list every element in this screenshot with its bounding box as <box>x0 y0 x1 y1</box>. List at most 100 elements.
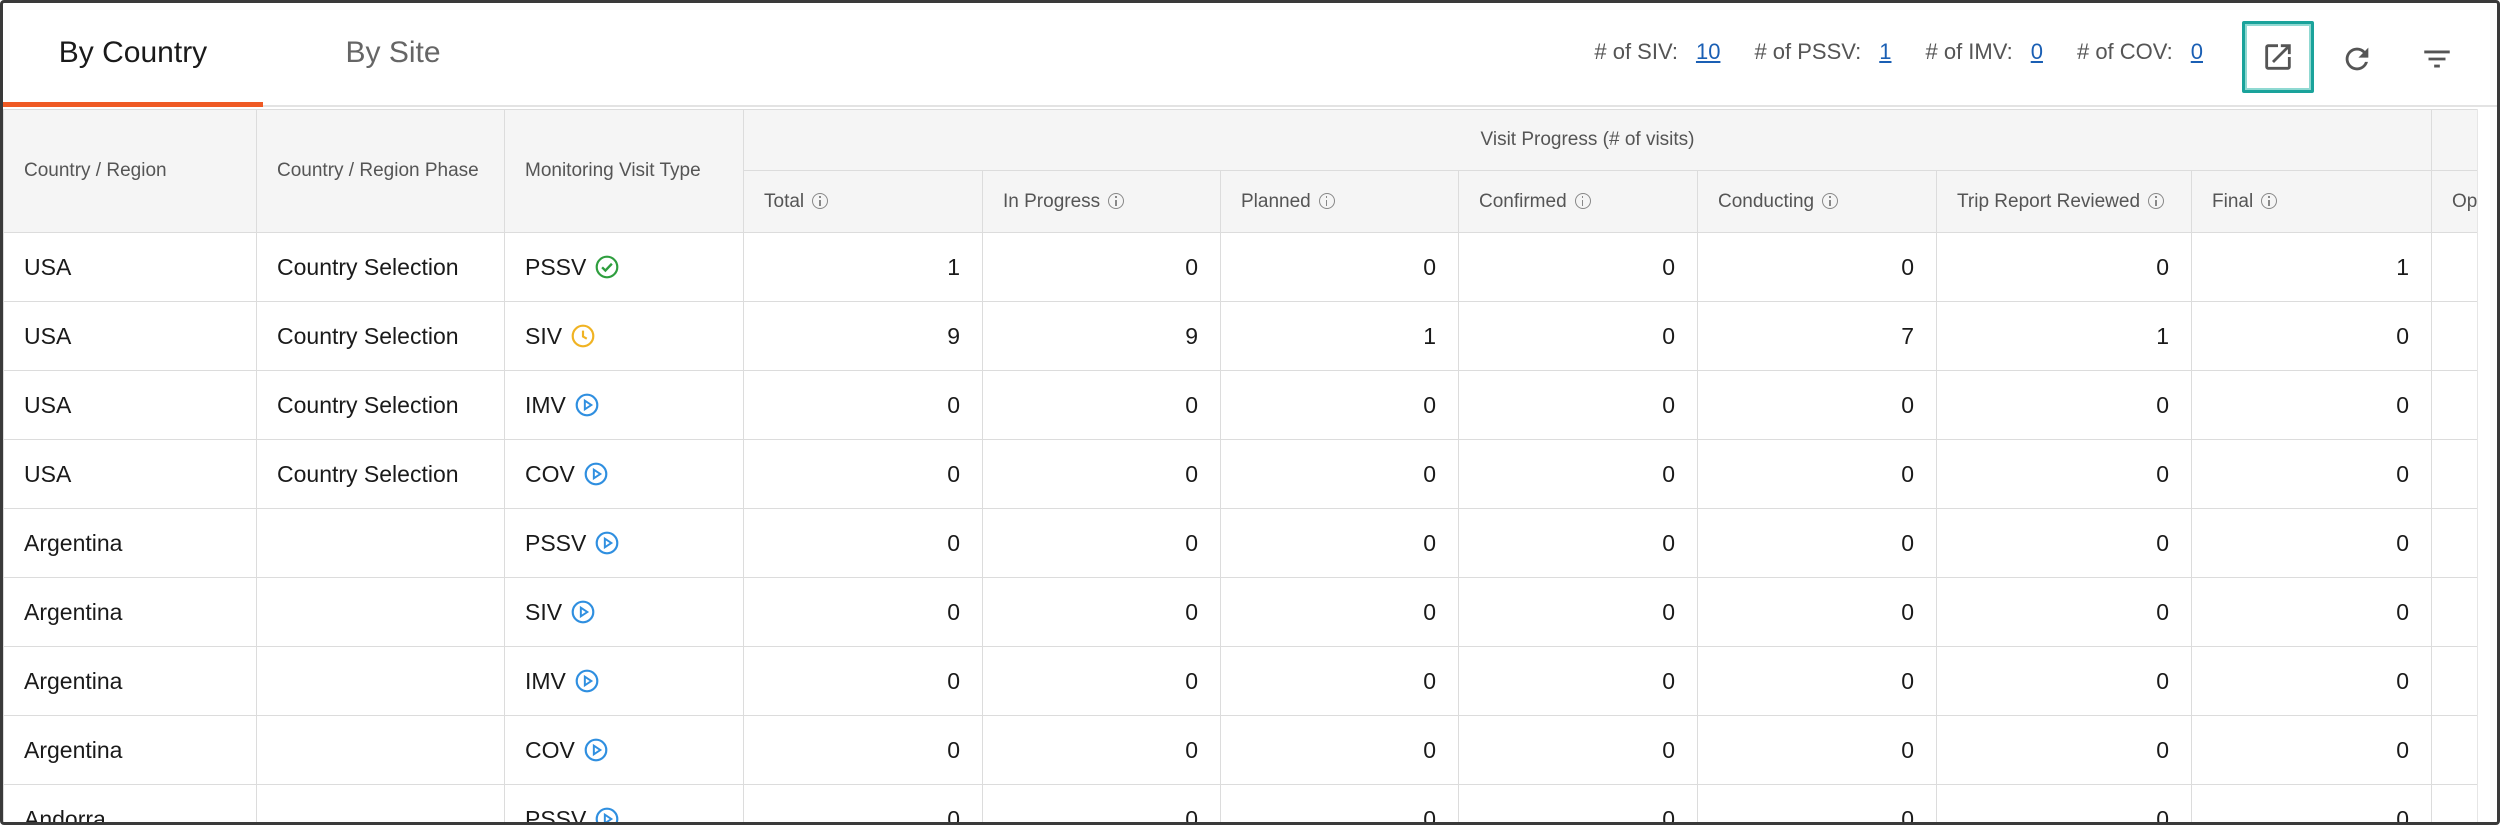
cell-total: 0 <box>743 370 983 440</box>
table-row[interactable]: USA Country Selection IMV 0 0 0 0 0 0 0 <box>3 370 2477 440</box>
cell-conducting: 0 <box>1697 577 1937 647</box>
count-pssv-link[interactable]: 1 <box>1879 39 1891 65</box>
table-row[interactable]: Andorra PSSV 0 0 0 0 0 0 0 <box>3 784 2477 825</box>
tab-by-site[interactable]: By Site <box>303 3 483 103</box>
visit-type-label: PSSV <box>525 805 587 825</box>
header-country-region-phase[interactable]: Country / Region Phase <box>256 109 505 233</box>
visit-type: COV <box>525 461 609 488</box>
table-row[interactable]: USA Country Selection COV 0 0 0 0 0 0 0 <box>3 439 2477 509</box>
header-in-progress[interactable]: In Progress <box>982 170 1221 233</box>
cell-in-progress: 0 <box>982 232 1221 302</box>
cell-overflow <box>2431 646 2477 716</box>
cell-confirmed: 0 <box>1458 439 1698 509</box>
cell-country: Argentina <box>3 715 257 785</box>
open-in-new-icon <box>2265 44 2291 70</box>
info-icon[interactable] <box>1318 192 1335 209</box>
open-in-new-button[interactable] <box>2242 21 2314 93</box>
cell-total: 0 <box>743 715 983 785</box>
cell-visit-type: COV <box>504 715 744 785</box>
header-label: Confirmed <box>1479 190 1567 212</box>
filter-icon <box>2424 50 2450 68</box>
cell-in-progress: 9 <box>982 301 1221 371</box>
refresh-icon <box>2345 47 2369 71</box>
table-row[interactable]: USA Country Selection PSSV 1 0 0 0 0 0 1 <box>3 232 2477 302</box>
cell-final: 0 <box>2190 439 2433 509</box>
info-icon[interactable] <box>1108 192 1125 209</box>
header-total[interactable]: Total <box>743 170 983 233</box>
table-row[interactable]: Argentina COV 0 0 0 0 0 0 0 <box>3 715 2477 785</box>
cell-trip-report-reviewed: 0 <box>1936 232 2192 302</box>
cell-overflow <box>2431 439 2477 509</box>
cell-visit-type: SIV <box>504 577 744 647</box>
cell-total: 0 <box>743 508 983 578</box>
cell-phase: Country Selection <box>256 370 505 440</box>
table-row[interactable]: Argentina PSSV 0 0 0 0 0 0 0 <box>3 508 2477 578</box>
vertical-scrollbar[interactable] <box>2477 109 2497 822</box>
cell-trip-report-reviewed: 1 <box>1936 301 2192 371</box>
refresh-button[interactable] <box>2321 23 2393 95</box>
cell-overflow <box>2431 301 2477 371</box>
header-label: Trip Report Reviewed <box>1957 190 2141 212</box>
cell-visit-type: SIV <box>504 301 744 371</box>
header-trip-report-reviewed[interactable]: Trip Report Reviewed <box>1936 170 2192 233</box>
tab-by-country[interactable]: By Country <box>3 3 263 107</box>
count-cov-link[interactable]: 0 <box>2191 39 2203 65</box>
filter-button[interactable] <box>2401 23 2473 95</box>
table-row[interactable]: Argentina IMV 0 0 0 0 0 0 0 <box>3 646 2477 716</box>
cell-country: USA <box>3 301 257 371</box>
visit-type: PSSV <box>525 530 620 557</box>
cell-overflow <box>2431 370 2477 440</box>
play-circle-icon <box>574 392 600 418</box>
header-confirmed[interactable]: Confirmed <box>1458 170 1698 233</box>
top-bar: By Country By Site # of SIV: 10 # of PSS… <box>3 3 2497 107</box>
cell-country: USA <box>3 370 257 440</box>
header-label: Total <box>764 190 805 212</box>
table-row[interactable]: USA Country Selection SIV 9 9 1 0 7 1 0 <box>3 301 2477 371</box>
visit-type: IMV <box>525 392 600 419</box>
active-tab-indicator <box>3 102 263 107</box>
count-imv-link[interactable]: 0 <box>2031 39 2043 65</box>
cell-overflow <box>2431 508 2477 578</box>
cell-country: Andorra <box>3 784 257 822</box>
header-ope[interactable]: Ope <box>2431 170 2477 233</box>
cell-visit-type: IMV <box>504 646 744 716</box>
info-icon[interactable] <box>2261 192 2278 209</box>
cell-total: 0 <box>743 784 983 822</box>
header-country-region[interactable]: Country / Region <box>3 109 257 233</box>
header-conducting[interactable]: Conducting <box>1697 170 1937 233</box>
cell-final: 0 <box>2190 646 2433 716</box>
cell-final: 0 <box>2190 301 2433 371</box>
header-final[interactable]: Final <box>2190 170 2433 233</box>
visit-type: SIV <box>525 599 596 626</box>
visit-type-label: SIV <box>525 598 563 625</box>
info-icon[interactable] <box>2148 192 2165 209</box>
cell-conducting: 0 <box>1697 439 1937 509</box>
table-row[interactable]: Argentina SIV 0 0 0 0 0 0 0 <box>3 577 2477 647</box>
header-planned[interactable]: Planned <box>1220 170 1459 233</box>
info-icon[interactable] <box>1822 192 1839 209</box>
cell-country: Argentina <box>3 508 257 578</box>
visit-type-label: IMV <box>525 391 566 418</box>
tab-label: By Country <box>58 36 208 69</box>
visit-type: PSSV <box>525 805 620 825</box>
count-siv-link[interactable]: 10 <box>1696 39 1720 65</box>
visit-type: IMV <box>525 668 600 695</box>
info-icon[interactable] <box>1574 192 1591 209</box>
play-circle-icon <box>583 461 609 487</box>
cell-visit-type: PSSV <box>504 232 744 302</box>
cell-confirmed: 0 <box>1458 577 1698 647</box>
cell-total: 9 <box>743 301 983 371</box>
cell-in-progress: 0 <box>982 577 1221 647</box>
cell-overflow <box>2431 715 2477 785</box>
info-icon[interactable] <box>812 192 829 209</box>
cell-planned: 0 <box>1220 577 1459 647</box>
cell-planned: 0 <box>1220 232 1459 302</box>
header-label: Conducting <box>1718 190 1815 212</box>
cell-trip-report-reviewed: 0 <box>1936 370 2192 440</box>
visit-progress-table-container: Country / Region Country / Region Phase … <box>3 109 2477 825</box>
cell-phase: Country Selection <box>256 301 505 371</box>
cell-trip-report-reviewed: 0 <box>1936 646 2192 716</box>
count-pssv: # of PSSV: 1 <box>1754 39 1891 65</box>
header-monitoring-visit-type[interactable]: Monitoring Visit Type <box>504 109 744 233</box>
visit-type: SIV <box>525 323 596 350</box>
